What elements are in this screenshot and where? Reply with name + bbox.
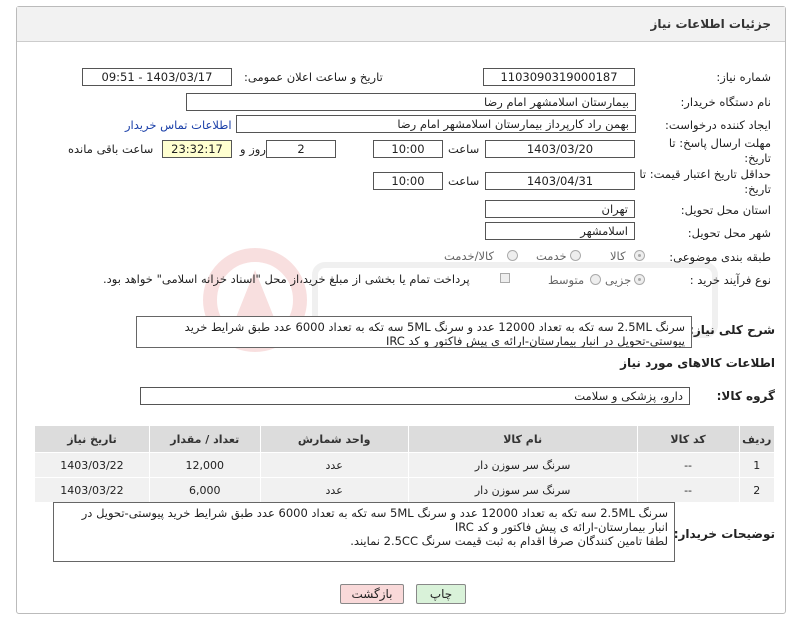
- cell-row-number: 2: [738, 477, 776, 503]
- buyer-org-field: بیمارستان اسلامشهر امام رضا: [186, 93, 636, 111]
- days-field: 2: [266, 140, 336, 158]
- province-label: استان محل تحویل:: [680, 203, 771, 217]
- category-service-label: خدمت: [536, 249, 567, 263]
- announce-label: تاریخ و ساعت اعلان عمومی:: [244, 70, 383, 84]
- buyer-notes-textarea: سرنگ 2.5ML سه تکه به تعداد 12000 عدد و س…: [53, 502, 675, 562]
- remaining-label: ساعت باقی مانده: [68, 142, 154, 156]
- validity-time-field: 10:00: [373, 172, 443, 190]
- purchase-type-label: نوع فرآیند خرید :: [689, 273, 771, 287]
- goods-group-label: گروه کالا:: [716, 389, 775, 403]
- purchase-medium-label: متوسط: [548, 273, 585, 287]
- deadline-label-date: تاریخ:: [744, 151, 771, 165]
- col-goods-name: نام کالا: [407, 425, 638, 453]
- goods-group-field: دارو، پزشکی و سلامت: [140, 387, 690, 405]
- col-unit: واحد شمارش: [259, 425, 409, 453]
- cell-goods-code: --: [636, 477, 740, 503]
- cell-unit: عدد: [259, 477, 409, 503]
- category-goods-radio[interactable]: [634, 250, 645, 261]
- cell-quantity: 6,000: [148, 477, 261, 503]
- summary-textarea: سرنگ 2.5ML سه تکه به تعداد 12000 عدد و س…: [136, 316, 692, 348]
- purchase-medium-radio[interactable]: [590, 274, 601, 285]
- buyer-org-label: نام دستگاه خریدار:: [680, 95, 771, 109]
- buyer-notes-label: توضیحات خریدار:: [673, 527, 775, 541]
- cell-goods-code: --: [636, 452, 740, 478]
- announce-field: 1403/03/17 - 09:51: [82, 68, 232, 86]
- cell-goods-name: سرنگ سر سوزن دار: [407, 477, 638, 503]
- validity-label-date: تاریخ:: [744, 182, 771, 196]
- deadline-time-label: ساعت: [448, 142, 480, 156]
- purchase-minor-label: جزیی: [605, 273, 632, 287]
- cell-row-number: 1: [738, 452, 776, 478]
- need-number-label: شماره نیاز:: [716, 70, 771, 84]
- cell-need-date: 1403/03/22: [34, 452, 150, 478]
- city-label: شهر محل تحویل:: [687, 226, 771, 240]
- goods-table: ردیف کد کالا نام کالا واحد شمارش تعداد /…: [34, 425, 776, 503]
- table-header-row: ردیف کد کالا نام کالا واحد شمارش تعداد /…: [34, 425, 776, 453]
- summary-line-1: سرنگ 2.5ML سه تکه به تعداد 12000 عدد و س…: [184, 320, 685, 334]
- treasury-payment-note: پرداخت تمام یا بخشی از مبلغ خرید،از محل …: [103, 272, 470, 286]
- cell-need-date: 1403/03/22: [34, 477, 150, 503]
- need-number-field: 1103090319000187: [483, 68, 635, 86]
- print-button[interactable]: چاپ: [416, 584, 466, 604]
- table-row: 2 -- سرنگ سر سوزن دار عدد 6,000 1403/03/…: [34, 477, 776, 503]
- validity-date-field: 1403/04/31: [485, 172, 635, 190]
- requester-label: ایجاد کننده درخواست:: [665, 118, 771, 132]
- back-button[interactable]: بازگشت: [340, 584, 404, 604]
- deadline-time-field: 10:00: [373, 140, 443, 158]
- page-header: جزئیات اطلاعات نیاز: [17, 7, 785, 42]
- validity-label: حداقل تاریخ اعتبار قیمت: تا: [639, 167, 771, 181]
- buyer-notes-line-2: انبار بیمارستان-ارائه ی پیش فاکتور و کد …: [454, 520, 668, 534]
- category-service-radio[interactable]: [570, 250, 581, 261]
- deadline-date-field: 1403/03/20: [485, 140, 635, 158]
- col-quantity: تعداد / مقدار: [148, 425, 261, 453]
- days-label: روز و: [240, 142, 266, 156]
- page-title: جزئیات اطلاعات نیاز: [650, 17, 771, 31]
- col-row-number: ردیف: [738, 425, 776, 453]
- deadline-label: مهلت ارسال پاسخ: تا: [668, 136, 771, 150]
- category-both-radio[interactable]: [507, 250, 518, 261]
- summary-line-2: پیوستی-تحویل در انبار بیمارستان-ارائه ی …: [386, 334, 685, 348]
- category-both-label: کالا/خدمت: [444, 249, 495, 263]
- buyer-notes-line-1: سرنگ 2.5ML سه تکه به تعداد 12000 عدد و س…: [81, 506, 668, 520]
- buyer-notes-line-3: لطفا تامین کنندگان صرفا اقدام به ثبت قیم…: [350, 534, 668, 548]
- purchase-minor-radio[interactable]: [634, 274, 645, 285]
- cell-quantity: 12,000: [148, 452, 261, 478]
- col-need-date: تاریخ نیاز: [34, 425, 150, 453]
- category-label: طبقه بندی موضوعی:: [669, 250, 771, 264]
- contact-info-link[interactable]: اطلاعات تماس خریدار: [125, 118, 232, 132]
- city-field: اسلامشهر: [485, 222, 635, 240]
- cell-goods-name: سرنگ سر سوزن دار: [407, 452, 638, 478]
- treasury-payment-checkbox[interactable]: [500, 273, 510, 283]
- province-field: تهران: [485, 200, 635, 218]
- remaining-time-field: 23:32:17: [162, 140, 232, 158]
- col-goods-code: کد کالا: [636, 425, 740, 453]
- requester-field: بهمن راد کارپرداز بیمارستان اسلامشهر اما…: [236, 115, 636, 133]
- category-goods-label: کالا: [610, 249, 626, 263]
- table-row: 1 -- سرنگ سر سوزن دار عدد 12,000 1403/03…: [34, 452, 776, 478]
- cell-unit: عدد: [259, 452, 409, 478]
- goods-info-title: اطلاعات کالاهای مورد نیاز: [620, 356, 775, 370]
- validity-time-label: ساعت: [448, 174, 480, 188]
- summary-label: شرح کلی نیاز:: [689, 323, 775, 337]
